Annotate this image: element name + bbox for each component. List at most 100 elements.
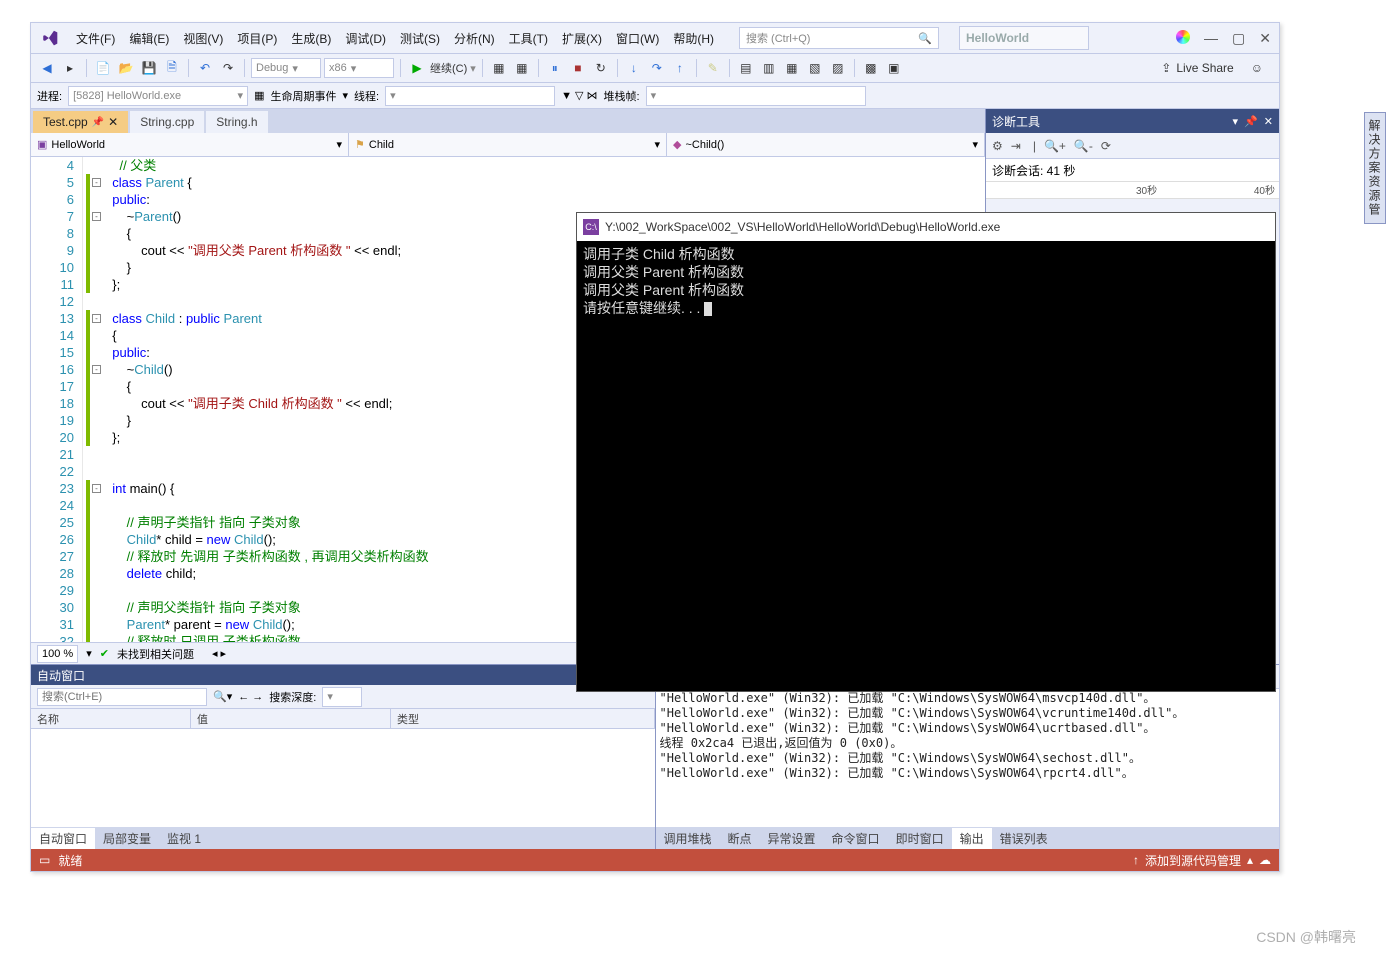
console-body: 调用子类 Child 析构函数 调用父类 Parent 析构函数 调用父类 Pa…: [577, 241, 1275, 691]
editor-tab[interactable]: String.cpp: [130, 111, 204, 133]
tb-icon[interactable]: ▨: [828, 58, 848, 78]
account-icon[interactable]: [1176, 30, 1190, 44]
panel-tab[interactable]: 即时窗口: [888, 828, 952, 849]
tb-icon[interactable]: ✎: [703, 58, 723, 78]
editor-tab[interactable]: Test.cpp 📌 ✕: [33, 111, 128, 133]
statusbar: ▭ 就绪 ↑ 添加到源代码管理 ▴ ☁: [31, 849, 1279, 871]
panel-tab[interactable]: 命令窗口: [824, 828, 888, 849]
statusbar-icon: ▭: [39, 853, 50, 867]
quick-search[interactable]: 搜索 (Ctrl+Q)🔍: [739, 27, 939, 49]
stackframe-combo[interactable]: ▾: [646, 86, 866, 106]
tb-icon[interactable]: ▤: [736, 58, 756, 78]
solution-explorer-tab[interactable]: 解决方案资源管: [1364, 112, 1386, 224]
panel-tab[interactable]: 局部变量: [95, 828, 159, 849]
nav-scope[interactable]: ▣HelloWorld▾: [31, 133, 349, 156]
panel-tab[interactable]: 自动窗口: [31, 828, 95, 849]
new-button[interactable]: 📄: [93, 58, 113, 78]
console-icon: C:\: [583, 219, 599, 235]
tb-icon[interactable]: ▣: [884, 58, 904, 78]
editor-tabs: Test.cpp 📌 ✕String.cppString.h: [31, 109, 985, 133]
autos-panel: 自动窗口▾✕ 🔍▾ ← → 搜索深度: ▾ 名称 值 类型 自动窗口局部变量监视…: [31, 665, 655, 849]
output-panel: 显示输出来源(S): 调试▾ ▤ ▥ ⋮ ⋯ ▦ ▧ "HelloWorld.e…: [655, 665, 1280, 849]
step-into-button[interactable]: ↓: [624, 58, 644, 78]
tb-icon[interactable]: ▩: [861, 58, 881, 78]
open-button[interactable]: 📂: [116, 58, 136, 78]
step-out-button[interactable]: ↑: [670, 58, 690, 78]
menu-item[interactable]: 视图(V): [176, 28, 230, 50]
maximize-button[interactable]: ▢: [1232, 30, 1245, 47]
menu-item[interactable]: 测试(S): [393, 28, 447, 50]
tb-icon[interactable]: ▦: [489, 58, 509, 78]
panel-tab[interactable]: 异常设置: [760, 828, 824, 849]
zoom-out-icon[interactable]: 🔍-: [1074, 139, 1093, 153]
step-over-button[interactable]: ↷: [647, 58, 667, 78]
gear-icon[interactable]: ⚙: [992, 139, 1003, 153]
menu-item[interactable]: 窗口(W): [609, 28, 666, 50]
config-combo[interactable]: Debug▾: [251, 58, 321, 78]
diag-session: 诊断会话: 41 秒: [986, 159, 1279, 181]
menu-item[interactable]: 调试(D): [338, 28, 393, 50]
panel-tab[interactable]: 断点: [720, 828, 760, 849]
close-button[interactable]: ✕: [1259, 30, 1271, 47]
pause-button[interactable]: ⏸: [545, 58, 565, 78]
publish-icon[interactable]: ☁: [1259, 853, 1271, 867]
diag-title: 诊断工具 ▾📌✕: [986, 109, 1279, 133]
ok-icon: ✔: [100, 647, 109, 660]
reset-zoom-icon[interactable]: ⟳: [1101, 139, 1111, 153]
panel-tab[interactable]: 错误列表: [992, 828, 1056, 849]
redo-button[interactable]: ↷: [218, 58, 238, 78]
tb-icon[interactable]: ▦: [512, 58, 532, 78]
menu-item[interactable]: 分析(N): [447, 28, 502, 50]
save-button[interactable]: 💾: [139, 58, 159, 78]
tb-icon[interactable]: ▥: [759, 58, 779, 78]
diag-ruler: 30秒 40秒: [986, 181, 1279, 199]
panel-tab[interactable]: 调用堆栈: [656, 828, 720, 849]
platform-combo[interactable]: x86▾: [324, 58, 394, 78]
debug-toolbar: 进程: [5828] HelloWorld.exe▾ ▦ 生命周期事件▾ 线程:…: [31, 83, 1279, 109]
live-share[interactable]: Live Share: [1176, 61, 1233, 75]
restart-button[interactable]: ↻: [591, 58, 611, 78]
menu-item[interactable]: 帮助(H): [666, 28, 721, 50]
minimize-button[interactable]: —: [1204, 30, 1218, 47]
stop-button[interactable]: ■: [568, 58, 588, 78]
tb-icon[interactable]: ▦: [782, 58, 802, 78]
watermark: CSDN @韩曙亮: [1256, 927, 1356, 947]
menu-item[interactable]: 项目(P): [230, 28, 284, 50]
solution-name: HelloWorld: [959, 26, 1089, 50]
autos-search[interactable]: [37, 688, 207, 706]
console-window[interactable]: C:\ Y:\002_WorkSpace\002_VS\HelloWorld\H…: [576, 212, 1276, 692]
menu-item[interactable]: 生成(B): [284, 28, 338, 50]
menu-item[interactable]: 扩展(X): [555, 28, 609, 50]
thread-label: 线程:: [354, 88, 379, 104]
search-icon[interactable]: 🔍▾: [213, 690, 232, 703]
continue-button[interactable]: ▶: [407, 58, 427, 78]
zoom-level[interactable]: 100 %: [37, 645, 78, 663]
nav-member[interactable]: ◆~Child()▾: [667, 133, 985, 156]
lifecycle-icon[interactable]: ▦: [254, 89, 264, 102]
back-button[interactable]: ◀: [37, 58, 57, 78]
process-combo[interactable]: [5828] HelloWorld.exe▾: [68, 86, 248, 106]
output-body[interactable]: "HelloWorld.exe" (Win32): 已加载 "C:\Window…: [656, 689, 1280, 827]
depth-label: 搜索深度:: [269, 689, 316, 705]
editor-tab[interactable]: String.h: [206, 111, 267, 133]
panel-tab[interactable]: 监视 1: [159, 828, 209, 849]
menu-item[interactable]: 文件(F): [69, 28, 122, 50]
autos-columns: 名称 值 类型: [31, 709, 655, 729]
tb-icon[interactable]: ▧: [805, 58, 825, 78]
forward-button[interactable]: ▸: [60, 58, 80, 78]
panel-tab[interactable]: 输出: [952, 828, 992, 849]
scm-label[interactable]: 添加到源代码管理: [1145, 852, 1241, 869]
menu-item[interactable]: 工具(T): [502, 28, 555, 50]
menu-item[interactable]: 编辑(E): [122, 28, 176, 50]
menubar: 文件(F)编辑(E)视图(V)项目(P)生成(B)调试(D)测试(S)分析(N)…: [31, 23, 1279, 53]
thread-combo[interactable]: ▾: [385, 86, 555, 106]
feedback-icon[interactable]: ☺: [1251, 61, 1263, 75]
live-share-icon: ⇪: [1161, 61, 1171, 75]
search-placeholder: 搜索 (Ctrl+Q): [746, 30, 810, 46]
zoom-in-icon[interactable]: 🔍+: [1044, 139, 1066, 153]
depth-combo[interactable]: ▾: [322, 687, 362, 707]
exit-icon[interactable]: ⇥: [1011, 139, 1021, 153]
nav-class[interactable]: ⚑Child▾: [349, 133, 667, 156]
undo-button[interactable]: ↶: [195, 58, 215, 78]
save-all-button[interactable]: 🗎: [162, 58, 182, 78]
